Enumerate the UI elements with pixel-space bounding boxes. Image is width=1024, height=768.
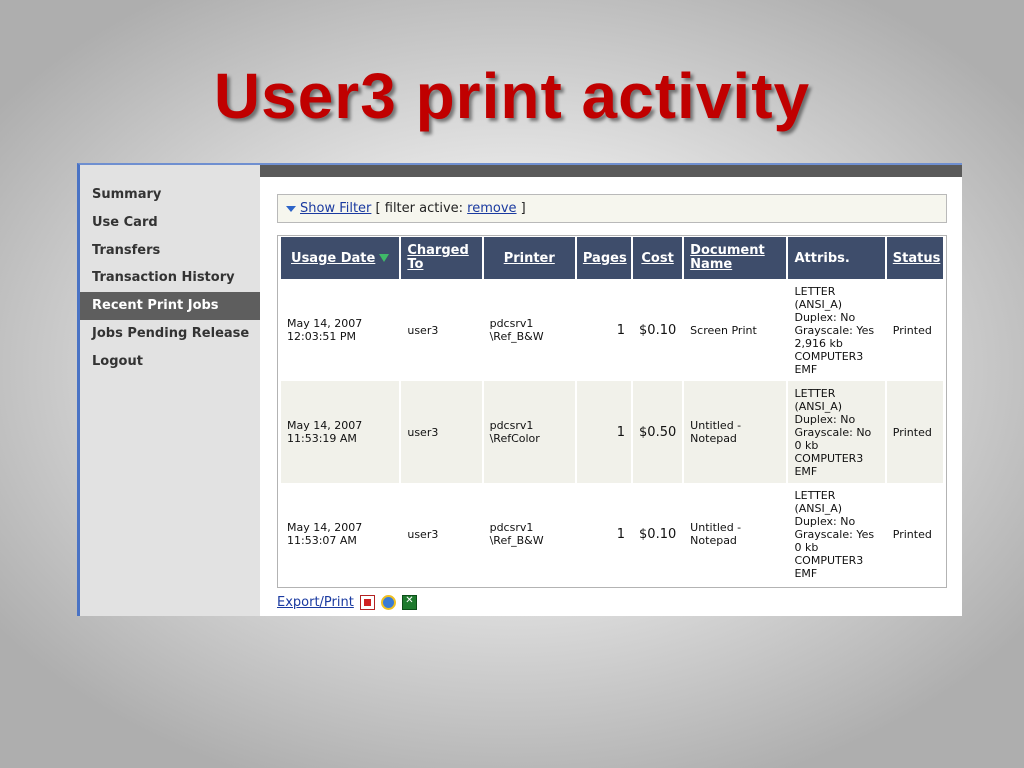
sidebar-item-transaction-history[interactable]: Transaction History (80, 264, 260, 292)
sidebar-item-summary[interactable]: Summary (80, 181, 260, 209)
remove-filter-link[interactable]: remove (467, 201, 516, 216)
sidebar-item-use-card[interactable]: Use Card (80, 209, 260, 237)
cell-status: Printed (886, 483, 943, 585)
sidebar-item-logout[interactable]: Logout (80, 348, 260, 376)
cell-usage-date: May 14, 2007 11:53:07 AM (281, 483, 400, 585)
table-row: May 14, 2007 11:53:07 AM user3 pdcsrv1 \… (281, 483, 943, 585)
cell-charged-to: user3 (401, 483, 482, 585)
cell-status: Printed (886, 279, 943, 381)
table-header-row: Usage Date Charged To Printer Pages Cost… (281, 237, 943, 279)
cell-attribs: LETTER (ANSI_A) Duplex: No Grayscale: Ye… (788, 483, 885, 585)
filter-active-prefix: [ filter active: (375, 201, 468, 216)
column-header-pages[interactable]: Pages (576, 237, 632, 279)
cell-document-name: Untitled - Notepad (684, 381, 787, 483)
cell-pages: 1 (576, 381, 632, 483)
cell-charged-to: user3 (401, 381, 482, 483)
slide-title: User3 print activity (213, 60, 811, 132)
cell-document-name: Screen Print (684, 279, 787, 381)
cell-pages: 1 (576, 279, 632, 381)
sort-descending-icon (379, 254, 390, 262)
cell-cost: $0.10 (633, 279, 683, 381)
cell-printer: pdcsrv1 \Ref_B&W (483, 483, 575, 585)
sidebar-item-recent-print-jobs[interactable]: Recent Print Jobs (80, 292, 260, 320)
column-header-printer[interactable]: Printer (483, 237, 575, 279)
show-filter-link[interactable]: Show Filter (300, 201, 371, 216)
cell-usage-date: May 14, 2007 12:03:51 PM (281, 279, 400, 381)
cell-printer: pdcsrv1 \RefColor (483, 381, 575, 483)
column-header-usage-date[interactable]: Usage Date (281, 237, 400, 279)
pdf-icon[interactable] (359, 595, 375, 610)
papercut-window: Summary Use Card Transfers Transaction H… (77, 163, 962, 616)
export-bar: Export/Print (277, 595, 418, 610)
sidebar-item-jobs-pending-release[interactable]: Jobs Pending Release (80, 320, 260, 348)
sidebar-nav: Summary Use Card Transfers Transaction H… (80, 165, 260, 616)
column-header-attribs: Attribs. (788, 237, 885, 279)
excel-icon[interactable] (402, 595, 418, 610)
content-top-bar (260, 165, 962, 177)
print-jobs-table: Usage Date Charged To Printer Pages Cost… (279, 237, 945, 585)
ie-icon[interactable] (381, 595, 397, 610)
cell-cost: $0.10 (633, 483, 683, 585)
table-row: May 14, 2007 11:53:19 AM user3 pdcsrv1 \… (281, 381, 943, 483)
filter-active-suffix: ] (516, 201, 526, 216)
cell-status: Printed (886, 381, 943, 483)
column-header-cost[interactable]: Cost (633, 237, 683, 279)
cell-printer: pdcsrv1 \Ref_B&W (483, 279, 575, 381)
column-header-charged-to[interactable]: Charged To (401, 237, 482, 279)
sidebar-item-transfers[interactable]: Transfers (80, 237, 260, 265)
cell-cost: $0.50 (633, 381, 683, 483)
column-header-status[interactable]: Status (886, 237, 943, 279)
table-row: May 14, 2007 12:03:51 PM user3 pdcsrv1 \… (281, 279, 943, 381)
export-print-link[interactable]: Export/Print (277, 595, 354, 610)
filter-bar: Show Filter [ filter active: remove ] (277, 194, 947, 223)
cell-attribs: LETTER (ANSI_A) Duplex: No Grayscale: Ye… (788, 279, 885, 381)
print-jobs-table-container: Usage Date Charged To Printer Pages Cost… (277, 235, 947, 588)
cell-usage-date: May 14, 2007 11:53:19 AM (281, 381, 400, 483)
cell-pages: 1 (576, 483, 632, 585)
cell-document-name: Untitled - Notepad (684, 483, 787, 585)
cell-charged-to: user3 (401, 279, 482, 381)
column-header-document-name[interactable]: Document Name (684, 237, 787, 279)
cell-attribs: LETTER (ANSI_A) Duplex: No Grayscale: No… (788, 381, 885, 483)
triangle-down-icon[interactable] (286, 205, 296, 212)
